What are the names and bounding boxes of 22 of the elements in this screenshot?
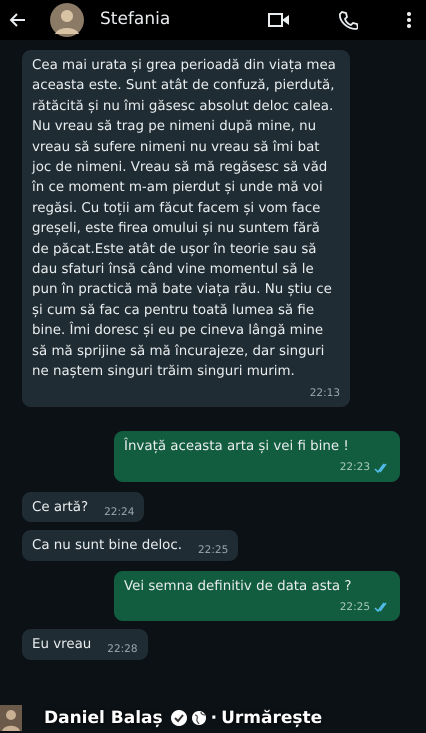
message-time: 22:25 — [340, 600, 370, 615]
message-text: Ca nu sunt bine deloc. — [32, 537, 182, 556]
message-time: 22:28 — [107, 642, 138, 658]
message-time: 22:25 — [198, 543, 228, 558]
menu-icon[interactable] — [406, 10, 412, 30]
avatar[interactable] — [50, 3, 84, 37]
message-text: Învață aceasta arta și vei fi bine ! — [124, 438, 349, 454]
message-time: 22:23 — [340, 460, 370, 476]
follow-link[interactable]: Urmărește — [221, 706, 322, 731]
separator-dot: · — [210, 706, 218, 730]
phone-icon[interactable] — [338, 10, 358, 30]
message-text: Cea mai urata și grea perioadă din viața mea aceasta este. Sunt atât de confuză, pierdută, rătăcită și nu îmi găsesc absolut deloc calea. Nu vreau să trag pe nimeni după mine, nu vreau să sufere nimeni nu vreau să îmi bat joc de nimeni. Vreau să mă regăsesc să văd în ce moment m-am pierdut și unde mă voi regăsi. Cu toții am făcut facem și vom face greșeli, este firea omului și nu suntem fără de păcat.Este atât de ușor în teorie sau să dau sfaturi însă când vine momentul să le pun în practică mă bate viața rău. Nu știu ce și cum să fac ca pentru toată lumea să fie bine. Îmi doresc și eu pe cineva lângă mine să mă sprijine să mă încurajeze, dar singuri ne naștem singuri trăim singuri murim. — [32, 58, 336, 380]
author-name[interactable]: Daniel Balaș — [44, 706, 163, 731]
contact-name[interactable]: Stefania — [100, 7, 170, 33]
message-text: Ce artă? — [32, 498, 88, 517]
avatar — [0, 705, 22, 731]
globe-icon — [190, 710, 207, 726]
video-call-icon[interactable] — [268, 11, 290, 29]
message-time: 22:24 — [104, 504, 134, 520]
message-time: 22:13 — [310, 386, 340, 400]
message-text: Vei semna definitiv de data asta ? — [124, 578, 352, 594]
message-text: Eu vreau — [32, 636, 92, 654]
